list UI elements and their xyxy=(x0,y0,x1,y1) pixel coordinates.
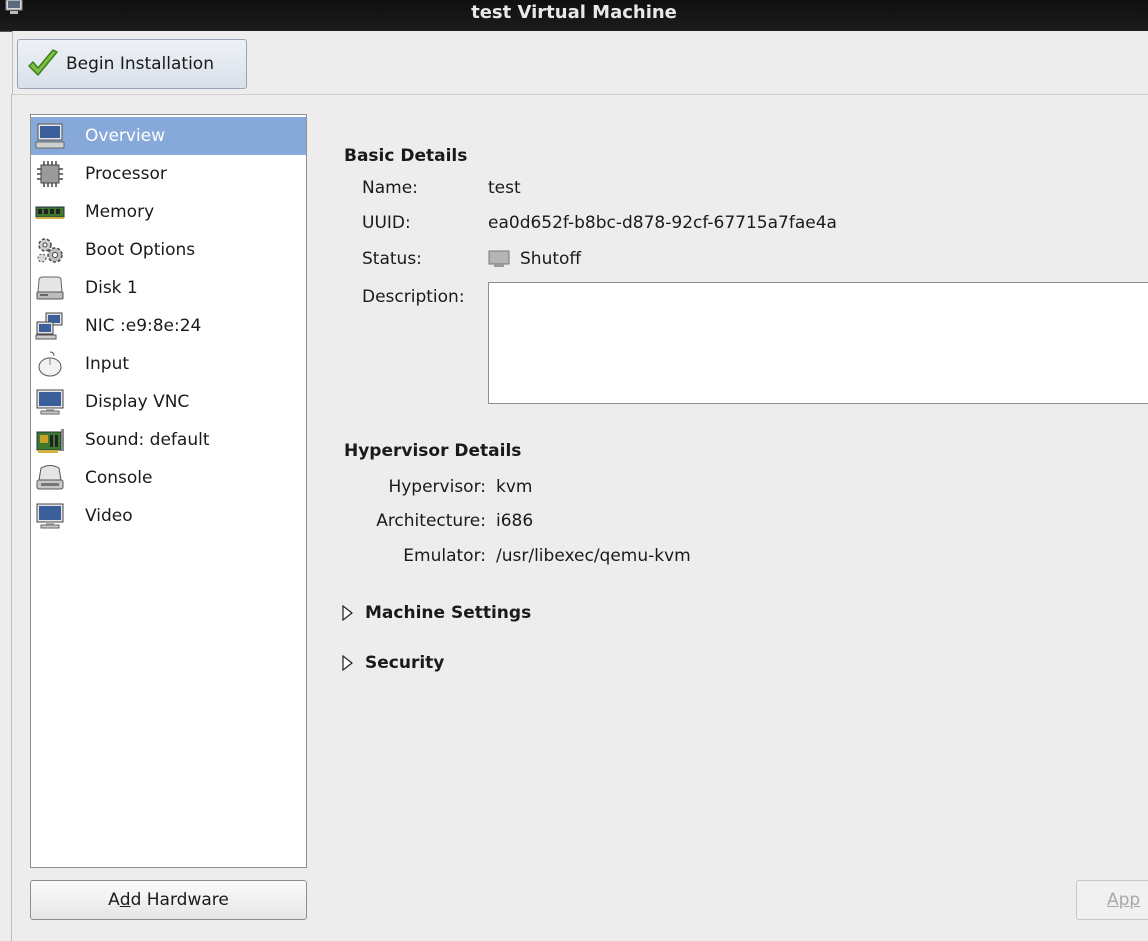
sidebar-item-memory[interactable]: Memory xyxy=(31,193,306,231)
architecture-value: i686 xyxy=(496,511,534,531)
security-label: Security xyxy=(365,653,445,673)
begin-installation-label: Begin Installation xyxy=(66,54,214,74)
sidebar-item-processor[interactable]: Processor xyxy=(31,155,306,193)
checkmark-icon xyxy=(28,49,58,76)
security-expander[interactable]: Security xyxy=(342,653,444,673)
hypervisor-details-heading: Hypervisor Details xyxy=(344,441,522,461)
sidebar-item-disk-1[interactable]: Disk 1 xyxy=(31,269,306,307)
cpu-chip-icon xyxy=(37,161,63,187)
add-hardware-label-pre: A xyxy=(108,890,120,910)
monitor-icon xyxy=(35,123,65,149)
sidebar-item-console[interactable]: Console xyxy=(31,459,306,497)
uuid-value: ea0d652f-b8bc-d878-92cf-67715a7fae4a xyxy=(488,213,837,233)
sidebar-item-label: Boot Options xyxy=(85,240,196,260)
description-label: Description: xyxy=(362,287,465,307)
sidebar-item-sound[interactable]: Sound: default xyxy=(31,421,306,459)
apply-button[interactable]: App xyxy=(1076,880,1148,920)
sound-card-icon xyxy=(36,429,64,453)
gears-icon xyxy=(37,238,63,263)
name-value[interactable]: test xyxy=(488,178,521,198)
description-textarea[interactable] xyxy=(488,282,1148,404)
sidebar-item-video[interactable]: Video xyxy=(31,497,306,535)
console-icon xyxy=(36,465,64,490)
machine-settings-label: Machine Settings xyxy=(365,603,532,623)
sidebar-item-label: Display VNC xyxy=(85,392,190,412)
add-hardware-label-mnemonic: d xyxy=(119,890,131,910)
mouse-icon xyxy=(38,351,62,377)
video-icon xyxy=(36,503,64,529)
sidebar-item-label: Input xyxy=(85,354,130,374)
sidebar-item-label: Sound: default xyxy=(85,430,210,450)
add-hardware-label-post: d Hardware xyxy=(130,890,229,910)
status-value: Shutoff xyxy=(520,249,582,269)
network-icon xyxy=(35,312,63,340)
add-hardware-button[interactable]: Add Hardware xyxy=(30,880,307,920)
sidebar-item-label: Disk 1 xyxy=(85,278,138,298)
shutoff-status-icon xyxy=(488,250,510,267)
expander-arrow-icon xyxy=(342,655,353,671)
architecture-label: Architecture: xyxy=(376,511,486,531)
toolbar: Begin Installation xyxy=(12,31,1148,95)
status-label: Status: xyxy=(362,249,422,269)
sidebar-item-nic[interactable]: NIC :e9:8e:24 xyxy=(31,307,306,345)
sidebar-item-display-vnc[interactable]: Display VNC xyxy=(31,383,306,421)
hardware-list[interactable]: Overview Processor Memory Boot Options D… xyxy=(30,114,307,868)
memory-module-icon xyxy=(35,206,65,219)
sidebar-item-input[interactable]: Input xyxy=(31,345,306,383)
basic-details-heading: Basic Details xyxy=(344,146,468,166)
sidebar-item-label: Video xyxy=(85,506,133,526)
name-label: Name: xyxy=(362,178,418,198)
sidebar-item-boot-options[interactable]: Boot Options xyxy=(31,231,306,269)
window-left-border xyxy=(11,94,12,941)
machine-settings-expander[interactable]: Machine Settings xyxy=(342,603,531,623)
sidebar-item-label: NIC :e9:8e:24 xyxy=(85,316,202,336)
uuid-label: UUID: xyxy=(362,213,411,233)
sidebar-item-overview[interactable]: Overview xyxy=(31,117,306,155)
apply-label: App xyxy=(1107,890,1141,910)
expander-arrow-icon xyxy=(342,605,353,621)
hard-disk-icon xyxy=(36,276,64,300)
hypervisor-label: Hypervisor: xyxy=(388,477,486,497)
emulator-value: /usr/libexec/qemu-kvm xyxy=(496,546,691,566)
hypervisor-value: kvm xyxy=(496,477,533,497)
emulator-label: Emulator: xyxy=(403,546,486,566)
sidebar-item-label: Overview xyxy=(85,126,166,146)
display-icon xyxy=(36,389,64,415)
begin-installation-button[interactable]: Begin Installation xyxy=(17,39,247,89)
window-title: test Virtual Machine xyxy=(471,2,677,23)
window-titlebar[interactable]: test Virtual Machine xyxy=(0,0,1148,32)
sidebar-item-label: Processor xyxy=(85,164,167,184)
sidebar-item-label: Console xyxy=(85,468,153,488)
sidebar-item-label: Memory xyxy=(85,202,155,222)
